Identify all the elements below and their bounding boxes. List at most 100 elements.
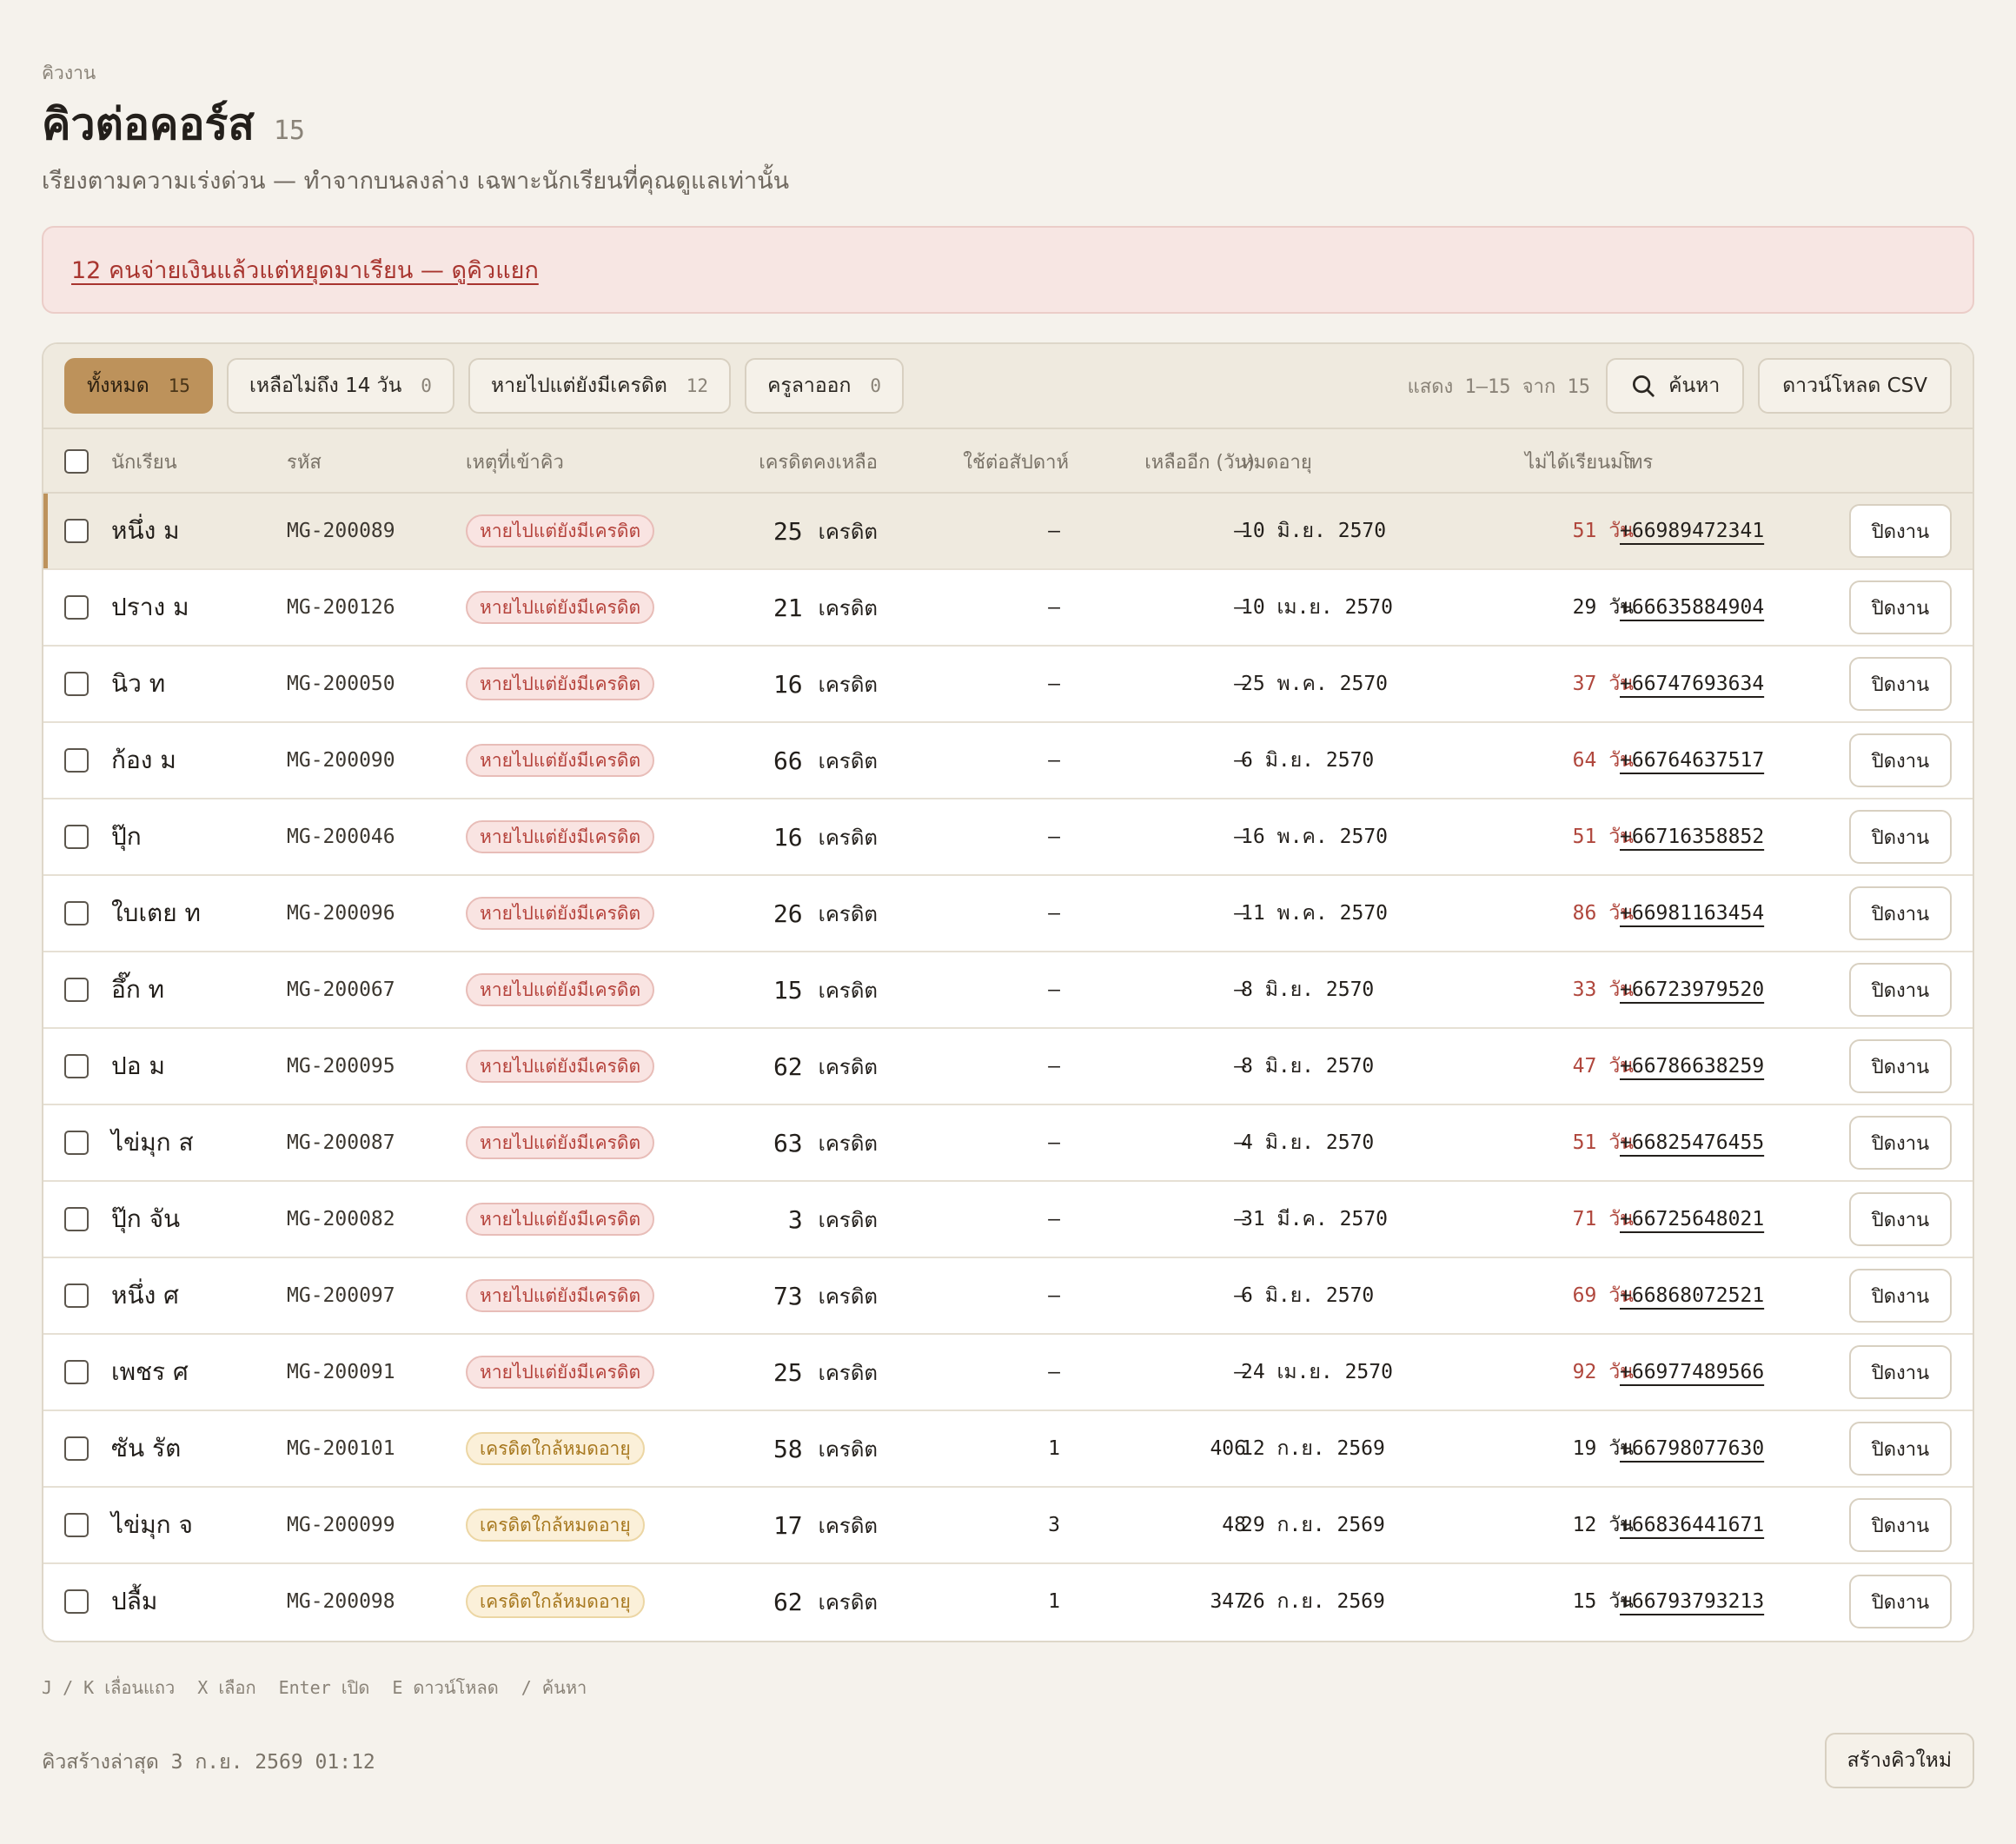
- row-checkbox[interactable]: [64, 1436, 89, 1461]
- create-new-queue-button[interactable]: สร้างคิวใหม่: [1824, 1733, 1974, 1788]
- close-task-button[interactable]: ปิดงาน: [1849, 1269, 1952, 1323]
- close-task-button[interactable]: ปิดงาน: [1849, 886, 1952, 940]
- close-task-button[interactable]: ปิดงาน: [1849, 1039, 1952, 1093]
- table-row[interactable]: ใบเตย ท MG-200096 หายไปแต่ยังมีเครดิต 26 เคร…: [43, 876, 1973, 952]
- search-button[interactable]: ค้นหา: [1606, 358, 1745, 414]
- column-header-weekly[interactable]: ใช้ต่อสัปดาห์: [930, 429, 1069, 494]
- row-checkbox[interactable]: [64, 1207, 89, 1231]
- phone-link[interactable]: +66825476455: [1620, 1131, 1764, 1154]
- column-header-absent[interactable]: ไม่ได้เรียนมา: [1442, 429, 1634, 494]
- row-checkbox[interactable]: [64, 1131, 89, 1155]
- row-checkbox[interactable]: [64, 1513, 89, 1537]
- credits-value: 63: [773, 1128, 803, 1157]
- row-checkbox[interactable]: [64, 825, 89, 849]
- close-task-button[interactable]: ปิดงาน: [1849, 504, 1952, 558]
- table-row[interactable]: ไข่มุก ส MG-200087 หายไปแต่ยังมีเครดิต 63 เค…: [43, 1105, 1973, 1182]
- student-code: MG-200090: [287, 749, 395, 772]
- reason-badge: หายไปแต่ยังมีเครดิต: [466, 820, 655, 853]
- table-row[interactable]: นิว ท MG-200050 หายไปแต่ยังมีเครดิต 16 เครดิ…: [43, 647, 1973, 723]
- close-task-button[interactable]: ปิดงาน: [1849, 1575, 1952, 1628]
- filter-under-14-days[interactable]: เหลือไม่ถึง 14 วัน 0: [226, 358, 454, 414]
- phone-link[interactable]: +66716358852: [1620, 826, 1764, 848]
- stopped-students-link[interactable]: 12 คนจ่ายเงินแล้วแต่หยุดมาเรียน — ดูคิวแ…: [71, 251, 539, 289]
- row-checkbox[interactable]: [64, 748, 89, 773]
- table-row[interactable]: เพชร ศ MG-200091 หายไปแต่ยังมีเครดิต 25 เครด…: [43, 1335, 1973, 1411]
- phone-link[interactable]: +66989472341: [1620, 520, 1764, 542]
- row-checkbox[interactable]: [64, 1589, 89, 1614]
- table-row[interactable]: ก้อง ม MG-200090 หายไปแต่ยังมีเครดิต 66 เครด…: [43, 723, 1973, 799]
- table-row[interactable]: ปอ ม MG-200095 หายไปแต่ยังมีเครดิต 62 เครดิต…: [43, 1029, 1973, 1105]
- column-header-days-left[interactable]: เหลืออีก (วัน): [1098, 429, 1255, 494]
- close-task-button[interactable]: ปิดงาน: [1849, 1192, 1952, 1246]
- filter-count: 12: [686, 375, 709, 396]
- table-row[interactable]: ปราง ม MG-200126 หายไปแต่ยังมีเครดิต 21 เครด…: [43, 570, 1973, 647]
- phone-link[interactable]: +66764637517: [1620, 749, 1764, 772]
- phone-link[interactable]: +66836441671: [1620, 1514, 1764, 1536]
- days-left: 347: [1210, 1590, 1246, 1613]
- column-header-name[interactable]: นักเรียน: [111, 429, 177, 494]
- close-task-button[interactable]: ปิดงาน: [1849, 1116, 1952, 1170]
- credit-unit: เครดิต: [818, 1513, 878, 1538]
- credits-cell: 58 เครดิต: [686, 1411, 878, 1486]
- row-checkbox[interactable]: [64, 672, 89, 696]
- phone-link[interactable]: +66868072521: [1620, 1284, 1764, 1307]
- table-row[interactable]: อึ๊ก ท MG-200067 หายไปแต่ยังมีเครดิต 15 เครด…: [43, 952, 1973, 1029]
- expiry-date: 10 เม.ย. 2570: [1241, 596, 1393, 619]
- row-checkbox[interactable]: [64, 978, 89, 1002]
- filter-count: 15: [168, 375, 190, 396]
- phone-link[interactable]: +66747693634: [1620, 673, 1764, 695]
- phone-cell: +66716358852: [1620, 799, 1764, 874]
- row-checkbox[interactable]: [64, 1284, 89, 1308]
- credit-unit: เครดิต: [818, 1360, 878, 1385]
- row-checkbox[interactable]: [64, 901, 89, 925]
- phone-link[interactable]: +66981163454: [1620, 902, 1764, 925]
- filter-teacher-left[interactable]: ครูลาออก 0: [745, 358, 905, 414]
- phone-link[interactable]: +66786638259: [1620, 1055, 1764, 1078]
- row-checkbox[interactable]: [64, 1360, 89, 1384]
- student-code: MG-200099: [287, 1514, 395, 1536]
- phone-link[interactable]: +66798077630: [1620, 1437, 1764, 1460]
- close-task-button[interactable]: ปิดงาน: [1849, 733, 1952, 787]
- student-name: ปอ ม: [111, 1051, 165, 1080]
- column-header-reason[interactable]: เหตุที่เข้าคิว: [466, 429, 564, 494]
- student-name: ใบเตย ท: [111, 899, 201, 927]
- row-checkbox[interactable]: [64, 1054, 89, 1078]
- close-task-button[interactable]: ปิดงาน: [1849, 1498, 1952, 1552]
- absent-cell: 92 วัน: [1442, 1335, 1634, 1410]
- table-row[interactable]: หนึ่ง ศ MG-200097 หายไปแต่ยังมีเครดิต 73 เคร…: [43, 1258, 1973, 1335]
- phone-link[interactable]: +66793793213: [1620, 1590, 1764, 1613]
- weekly-usage: –: [1048, 520, 1060, 542]
- close-task-button[interactable]: ปิดงาน: [1849, 1422, 1952, 1476]
- column-header-code[interactable]: รหัส: [287, 429, 322, 494]
- phone-cell: +66725648021: [1620, 1182, 1764, 1257]
- table-row[interactable]: ไข่มุก จ MG-200099 เครดิตใกล้หมดอายุ 17 เครด…: [43, 1488, 1973, 1564]
- download-csv-button[interactable]: ดาวน์โหลด CSV: [1758, 358, 1952, 414]
- phone-link[interactable]: +66723979520: [1620, 978, 1764, 1001]
- row-select-cell: [64, 1335, 89, 1410]
- row-checkbox[interactable]: [64, 519, 89, 543]
- filter-all[interactable]: ทั้งหมด 15: [64, 358, 213, 414]
- close-task-button[interactable]: ปิดงาน: [1849, 963, 1952, 1017]
- table-row[interactable]: ซัน รัต MG-200101 เครดิตใกล้หมดอายุ 58 เครดิ…: [43, 1411, 1973, 1488]
- close-task-button[interactable]: ปิดงาน: [1849, 580, 1952, 634]
- select-all-checkbox[interactable]: [64, 449, 89, 474]
- close-task-button[interactable]: ปิดงาน: [1849, 810, 1952, 864]
- table-row[interactable]: ปลื้ม MG-200098 เครดิตใกล้หมดอายุ 62 เครดิต 1…: [43, 1564, 1973, 1641]
- table-row[interactable]: ปุ๊ก จัน MG-200082 หายไปแต่ยังมีเครดิต 3 เคร…: [43, 1182, 1973, 1258]
- action-cell: ปิดงาน: [1849, 876, 1952, 951]
- student-code: MG-200098: [287, 1590, 395, 1613]
- filter-absent-with-credit[interactable]: หายไปแต่ยังมีเครดิต 12: [468, 358, 732, 414]
- phone-link[interactable]: +66635884904: [1620, 596, 1764, 619]
- row-checkbox[interactable]: [64, 595, 89, 620]
- close-task-button[interactable]: ปิดงาน: [1849, 657, 1952, 711]
- column-header-credits[interactable]: เครดิตคงเหลือ: [686, 429, 878, 494]
- table-row[interactable]: ปุ๊ก MG-200046 หายไปแต่ยังมีเครดิต 16 เครดิต…: [43, 799, 1973, 876]
- reason-cell: หายไปแต่ยังมีเครดิต: [466, 723, 655, 798]
- column-header-expiry[interactable]: หมดอายุ: [1241, 429, 1312, 494]
- table-row[interactable]: หนึ่ง ม MG-200089 หายไปแต่ยังมีเครดิต 25 เคร…: [43, 494, 1973, 570]
- credits-cell: 73 เครดิต: [686, 1258, 878, 1333]
- phone-link[interactable]: +66725648021: [1620, 1208, 1764, 1230]
- close-task-button[interactable]: ปิดงาน: [1849, 1345, 1952, 1399]
- phone-link[interactable]: +66977489566: [1620, 1361, 1764, 1383]
- column-header-phone[interactable]: โทร: [1620, 429, 1653, 494]
